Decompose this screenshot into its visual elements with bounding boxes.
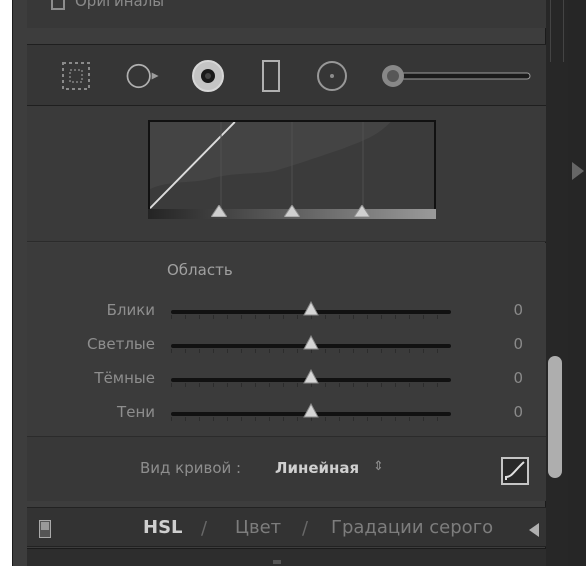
slider-lights: Светлые 0 bbox=[27, 329, 547, 361]
brush-size-slider[interactable] bbox=[380, 61, 534, 91]
rect-mask-icon bbox=[62, 62, 90, 90]
region-title: Область bbox=[167, 261, 233, 279]
dropdown-arrows-icon: ⇕ bbox=[373, 459, 384, 474]
tone-curve-graph[interactable] bbox=[148, 120, 436, 216]
slider-label: Светлые bbox=[87, 335, 155, 353]
split-handle-right[interactable] bbox=[354, 205, 370, 217]
scrollbar-top-lines bbox=[550, 0, 564, 62]
rect-mask-tool[interactable] bbox=[57, 57, 95, 95]
originals-checkbox[interactable] bbox=[51, 0, 65, 10]
slider-thumb[interactable] bbox=[303, 369, 319, 385]
slider-thumb[interactable] bbox=[303, 335, 319, 351]
tab-grayscale[interactable]: Градации серого bbox=[331, 518, 493, 538]
panel-stub-icon bbox=[273, 560, 281, 564]
rect-tool-icon bbox=[262, 60, 280, 92]
split-handle-left[interactable] bbox=[211, 205, 227, 217]
split-handle-center[interactable] bbox=[284, 205, 300, 217]
point-curve-button[interactable] bbox=[501, 457, 529, 485]
develop-panel: Оригиналы Область Блики 0 Светлые 0 Тёмн… bbox=[12, 0, 547, 566]
hsl-tab-bar: HSL / Цвет / Градации серого bbox=[27, 507, 547, 547]
curve-mode-label: Вид кривой : bbox=[140, 459, 242, 477]
slider-label: Тени bbox=[117, 403, 155, 421]
next-panel-header bbox=[27, 548, 547, 566]
slider-label: Блики bbox=[106, 301, 155, 319]
rect-tool[interactable] bbox=[252, 57, 290, 95]
tab-separator: / bbox=[302, 518, 309, 539]
region-section: Область Блики 0 Светлые 0 Тёмные 0 Тени … bbox=[27, 243, 547, 437]
slider-thumb[interactable] bbox=[303, 301, 319, 317]
tab-color[interactable]: Цвет bbox=[235, 518, 281, 538]
slider-value: 0 bbox=[513, 369, 523, 387]
circle-small-icon bbox=[317, 61, 347, 91]
slider-label: Тёмные bbox=[94, 369, 155, 387]
scrollbar-track[interactable] bbox=[546, 0, 568, 566]
originals-row: Оригиналы bbox=[27, 0, 547, 28]
circle-tool-icon bbox=[126, 63, 159, 89]
tab-hsl[interactable]: HSL bbox=[143, 518, 183, 538]
slider-thumb[interactable] bbox=[303, 403, 319, 419]
originals-label: Оригиналы bbox=[75, 0, 165, 10]
scrollbar-thumb[interactable] bbox=[548, 356, 562, 478]
panel-switch-icon[interactable] bbox=[39, 520, 51, 538]
slider-highlights: Блики 0 bbox=[27, 295, 547, 327]
histogram-curve bbox=[150, 122, 434, 214]
circle-tool[interactable] bbox=[124, 57, 162, 95]
slider-value: 0 bbox=[513, 335, 523, 353]
circle-small-tool[interactable] bbox=[313, 57, 351, 95]
tool-strip bbox=[27, 44, 547, 106]
slider-value: 0 bbox=[513, 403, 523, 421]
slider-value: 0 bbox=[513, 301, 523, 319]
slider-shadows: Тени 0 bbox=[27, 397, 547, 429]
curve-mode-row: Вид кривой : Линейная ⇕ bbox=[27, 437, 547, 501]
radial-dot-icon bbox=[192, 60, 224, 92]
radial-dot-tool[interactable] bbox=[189, 57, 227, 95]
collapse-left-icon[interactable] bbox=[529, 523, 539, 537]
slider-darks: Тёмные 0 bbox=[27, 363, 547, 395]
tab-separator: / bbox=[201, 518, 208, 539]
curve-edit-icon bbox=[505, 461, 525, 480]
screen: Оригиналы Область Блики 0 Светлые 0 Тёмн… bbox=[0, 0, 586, 566]
right-panel-arrow-icon[interactable] bbox=[572, 162, 584, 180]
curve-mode-dropdown[interactable]: Линейная bbox=[275, 459, 359, 477]
tone-curve-area bbox=[27, 106, 547, 242]
